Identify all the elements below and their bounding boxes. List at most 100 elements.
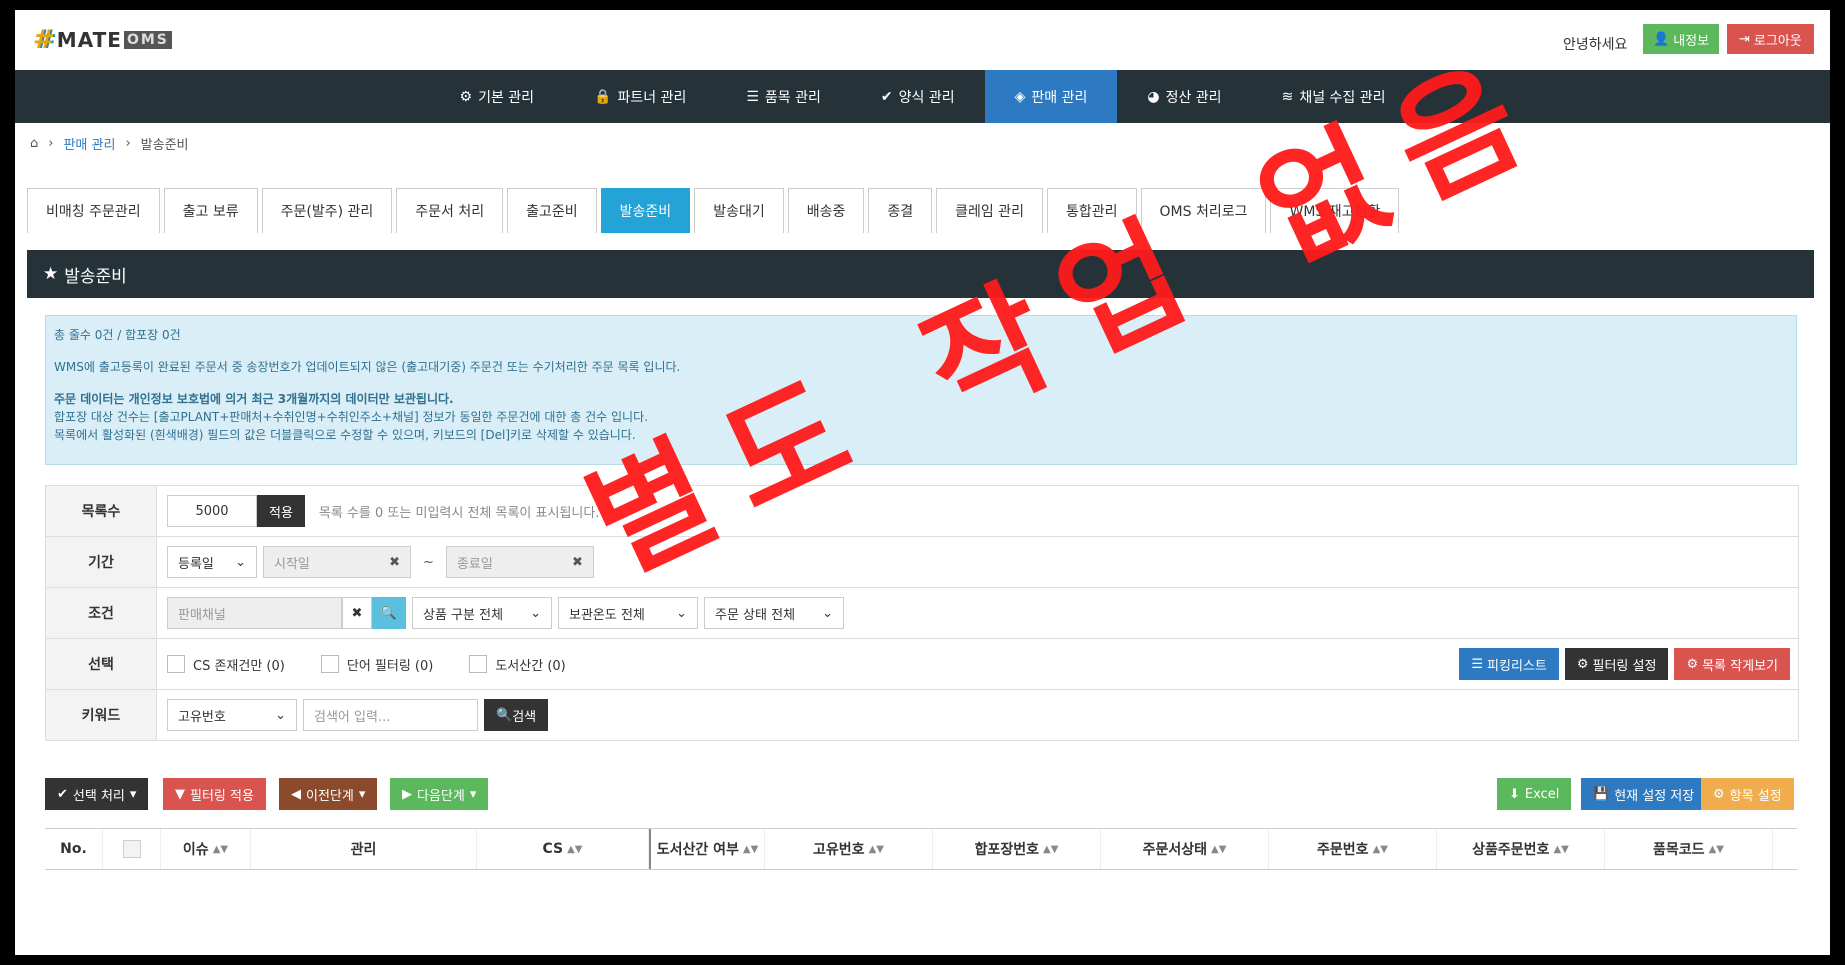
col-label: 품목코드 xyxy=(1653,842,1705,858)
chevron-down-icon: ⌄ xyxy=(676,605,687,621)
col-remote[interactable]: 도서산간 여부 ▲▼ xyxy=(649,829,765,869)
sort-icon: ▲▼ xyxy=(567,843,583,855)
next-step-button[interactable]: ▶ 다음단계 ▾ xyxy=(390,778,489,810)
tab-order[interactable]: 주문(발주) 관리 xyxy=(261,188,393,233)
select-all-checkbox[interactable] xyxy=(122,840,141,858)
cs-only-checkbox[interactable]: CS 존재건만 (0) xyxy=(167,655,285,674)
apply-filter-button[interactable]: ▼ 필터링 적용 xyxy=(163,778,266,810)
tab-order-process[interactable]: 주문서 처리 xyxy=(396,188,504,233)
tab-shipping[interactable]: 배송중 xyxy=(787,188,865,233)
search-icon[interactable]: 🔍 xyxy=(372,597,406,629)
logout-button[interactable]: ⇥ 로그아웃 xyxy=(1727,24,1814,54)
end-date-input[interactable]: 종료일 ✖ xyxy=(445,546,594,578)
word-filter-checkbox[interactable]: 단어 필터링 (0) xyxy=(320,655,433,674)
checkbox-label: CS 존재건만 (0) xyxy=(193,658,285,674)
col-label: 관리 xyxy=(350,842,377,858)
nav-item-form[interactable]: ✔ 양식 관리 xyxy=(851,70,985,123)
col-item-code[interactable]: 품목코드 ▲▼ xyxy=(1605,829,1773,869)
greeting-text: 안녕하세요 xyxy=(1563,37,1628,53)
apply-button[interactable]: 적용 xyxy=(257,495,305,527)
nav-item-sales[interactable]: ◈ 판매 관리 xyxy=(984,70,1118,123)
product-type-select[interactable]: 상품 구분 전체 ⌄ xyxy=(412,597,552,629)
prev-step-label: 이전단계 xyxy=(306,788,354,804)
action-bar: ✔ 선택 처리 ▾ ▼ 필터링 적용 ◀ 이전단계 ▾ ▶ 다음단계 ▾ ⬇ Excel 💾 현재… xyxy=(45,778,1797,810)
col-combined-no[interactable]: 합포장번호 ▲▼ xyxy=(933,829,1101,869)
tab-closed[interactable]: 종결 xyxy=(868,188,933,233)
list-icon: ☰ xyxy=(746,88,759,105)
clear-icon[interactable]: ✖ xyxy=(342,597,372,629)
save-icon: 💾 xyxy=(1593,786,1610,802)
save-settings-label: 현재 설정 저장 xyxy=(1614,788,1695,804)
breadcrumb: ⌂ › 판매 관리 › 발송준비 xyxy=(30,134,189,153)
col-order-no[interactable]: 주문번호 ▲▼ xyxy=(1269,829,1437,869)
remote-area-checkbox[interactable]: 도서산간 (0) xyxy=(469,655,566,674)
caret-down-icon: ▾ xyxy=(469,786,477,802)
nav-item-product[interactable]: ☰ 품목 관리 xyxy=(716,70,851,123)
apply-filter-label: 필터링 적용 xyxy=(190,788,254,804)
tab-release-ready[interactable]: 출고준비 xyxy=(507,188,597,233)
col-issue[interactable]: 이슈 ▲▼ xyxy=(161,829,251,869)
breadcrumb-section[interactable]: 판매 관리 xyxy=(63,134,115,153)
clear-icon[interactable]: ✖ xyxy=(389,555,400,570)
select-row-buttons: ☰ 피킹리스트 ⚙ 필터링 설정 ⚙ 목록 작게보기 xyxy=(1459,648,1790,680)
picking-list-button[interactable]: ☰ 피킹리스트 xyxy=(1459,648,1559,680)
excel-button[interactable]: ⬇ Excel xyxy=(1497,778,1572,810)
save-settings-button[interactable]: 💾 현재 설정 저장 xyxy=(1581,778,1707,810)
keyword-type-select[interactable]: 고유번호 ⌄ xyxy=(167,699,297,731)
chevron-right-icon: ▶ xyxy=(402,786,412,802)
checkbox-box[interactable] xyxy=(320,655,339,673)
product-type-value: 상품 구분 전체 xyxy=(423,607,504,623)
chevron-down-icon: ⌄ xyxy=(530,605,541,621)
channel-input[interactable]: 판매채널 xyxy=(167,597,342,629)
count-input[interactable]: 5000 xyxy=(167,495,257,527)
col-cs[interactable]: CS ▲▼ xyxy=(477,829,649,869)
col-product-order-no[interactable]: 상품주문번호 ▲▼ xyxy=(1437,829,1605,869)
excel-label: Excel xyxy=(1524,786,1560,802)
filter-table: 목록수 5000 적용 목록 수를 0 또는 미입력시 전체 목록이 표시됩니다… xyxy=(45,485,1799,741)
column-settings-label: 항목 설정 xyxy=(1729,788,1782,804)
start-date-input[interactable]: 시작일 ✖ xyxy=(263,546,411,578)
tab-ship-wait[interactable]: 발송대기 xyxy=(694,188,784,233)
sort-icon: ▲▼ xyxy=(212,843,229,855)
order-status-select[interactable]: 주문 상태 전체 ⌄ xyxy=(704,597,844,629)
home-icon[interactable]: ⌂ xyxy=(30,136,38,151)
logo-oms-text: OMS xyxy=(123,31,172,49)
tab-ship-ready[interactable]: 발송준비 xyxy=(600,188,691,233)
storage-temp-select[interactable]: 보관온도 전체 ⌄ xyxy=(558,597,698,629)
list-icon: ☰ xyxy=(1471,656,1484,672)
sort-icon: ▲▼ xyxy=(1708,843,1724,855)
nav-item-basic[interactable]: ⚙ 기본 관리 xyxy=(430,70,565,123)
keyword-type-value: 고유번호 xyxy=(178,709,226,725)
tab-unmatched[interactable]: 비매칭 주문관리 xyxy=(27,188,160,233)
select-process-button[interactable]: ✔ 선택 처리 ▾ xyxy=(45,778,149,810)
pie-icon: ◕ xyxy=(1147,88,1160,105)
tab-hold[interactable]: 출고 보류 xyxy=(163,188,258,233)
diamond-icon: ◈ xyxy=(1014,88,1026,105)
col-unique-no[interactable]: 고유번호 ▲▼ xyxy=(765,829,933,869)
col-select-all xyxy=(103,829,161,869)
clear-icon[interactable]: ✖ xyxy=(572,555,583,570)
sort-icon: ▲▼ xyxy=(1211,843,1227,855)
nav-item-settlement[interactable]: ◕ 정산 관리 xyxy=(1117,70,1251,123)
prev-step-button[interactable]: ◀ 이전단계 ▾ xyxy=(279,778,378,810)
gear-icon: ⚙ xyxy=(459,88,473,105)
period-type-select[interactable]: 등록일 ⌄ xyxy=(167,546,257,578)
col-order-status[interactable]: 주문서상태 ▲▼ xyxy=(1101,829,1269,869)
checkbox-box[interactable] xyxy=(167,655,185,673)
keyword-input[interactable]: 검색어 입력... xyxy=(303,699,478,731)
search-button[interactable]: 🔍 검색 xyxy=(484,699,549,731)
list-view-button[interactable]: ⚙ 목록 작게보기 xyxy=(1674,648,1790,680)
breadcrumb-page: 발송준비 xyxy=(140,138,189,153)
app-logo[interactable]: # MATE OMS xyxy=(33,25,172,55)
myinfo-button[interactable]: 👤 내정보 xyxy=(1643,24,1720,54)
top-bar: # MATE OMS 안녕하세요 👤 내정보 ⇥ 로그아웃 xyxy=(15,10,1830,70)
check-icon: ✔ xyxy=(880,88,893,105)
nav-item-partner[interactable]: 🔒 파트너 관리 xyxy=(564,70,716,123)
select-label: 선택 xyxy=(46,639,157,689)
checkbox-box[interactable] xyxy=(469,655,488,673)
column-settings-button[interactable]: ⚙ 항목 설정 xyxy=(1701,778,1794,810)
filter-settings-button[interactable]: ⚙ 필터링 설정 xyxy=(1564,648,1669,680)
nav-label: 판매 관리 xyxy=(1031,89,1088,106)
select-process-label: 선택 처리 xyxy=(72,788,125,804)
sort-icon: ▲▼ xyxy=(742,843,759,855)
